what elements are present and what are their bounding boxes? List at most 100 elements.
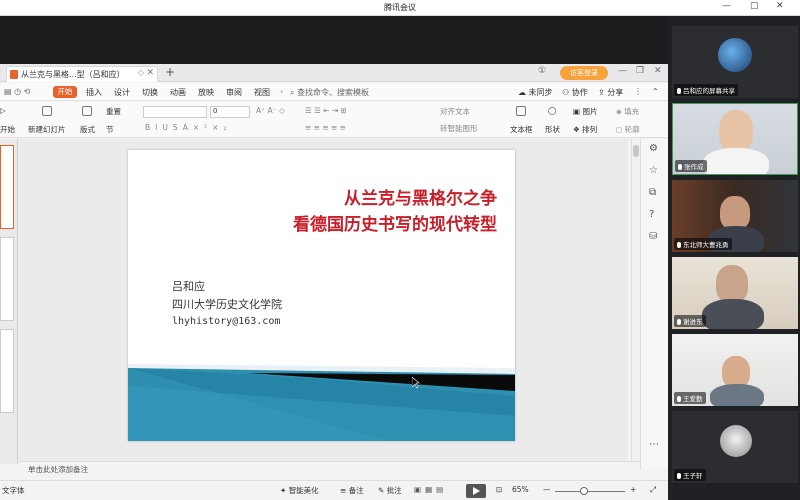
close-icon[interactable]: ✕ bbox=[776, 1, 784, 11]
menu-tab-slideshow[interactable]: 放映 bbox=[198, 87, 214, 98]
page-count-icon[interactable]: ① bbox=[538, 66, 546, 76]
menu-tab-animation[interactable]: 动画 bbox=[170, 87, 186, 98]
slide-scrollbar[interactable] bbox=[631, 139, 640, 461]
wps-close-icon[interactable]: ✕ bbox=[654, 66, 662, 76]
menu-tab-transition[interactable]: 切换 bbox=[142, 87, 158, 98]
collab-icon: ⚇ bbox=[562, 88, 570, 97]
layout-icon[interactable] bbox=[82, 106, 94, 116]
notes-icon: ≡ bbox=[340, 486, 347, 495]
slideshow-play-button[interactable] bbox=[466, 484, 486, 498]
new-slide-button[interactable]: 新建幻灯片 bbox=[28, 124, 66, 135]
fullscreen-icon[interactable]: ⤢ bbox=[650, 485, 656, 495]
minimize-icon[interactable]: — bbox=[722, 1, 731, 11]
slide-author: 吕和应 bbox=[172, 280, 205, 293]
textbox-button[interactable]: 文本框 bbox=[510, 124, 533, 135]
current-slide[interactable]: 从兰克与黑格尔之争 看德国历史书写的现代转型 吕和应 四川大学历史文化学院 lh… bbox=[128, 150, 515, 441]
zoom-slider-knob[interactable] bbox=[580, 487, 588, 495]
participant-name-text: 王爱勤 bbox=[683, 395, 703, 403]
menu-tab-review[interactable]: 审阅 bbox=[226, 87, 242, 98]
participant-name: 吕和应的屏幕共享 bbox=[674, 84, 738, 96]
mic-icon bbox=[677, 473, 681, 479]
participant-name-text: 吕和应的屏幕共享 bbox=[683, 87, 735, 95]
wps-minimize-icon[interactable]: — bbox=[618, 66, 627, 76]
text-format-icons[interactable]: BIUSA×²×₂ bbox=[145, 123, 231, 132]
beautify-button[interactable]: ✦ 智能美化 bbox=[280, 485, 319, 496]
document-tab[interactable]: 从兰克与黑格...型（吕和应） ◇ ✕ bbox=[6, 66, 158, 82]
meeting-titlebar: 腾讯会议 — ▢ ✕ bbox=[0, 0, 800, 16]
comments-button[interactable]: ✎ 批注 bbox=[378, 485, 402, 496]
zoom-in-icon[interactable]: + bbox=[630, 485, 636, 494]
mic-icon bbox=[678, 164, 682, 170]
fill-icon: ◈ bbox=[616, 107, 622, 116]
video-tile-participant[interactable]: 谢进东 bbox=[672, 257, 798, 329]
participant-face bbox=[716, 265, 748, 303]
more-options-icon[interactable]: ⋮ bbox=[634, 87, 642, 96]
menu-tab-home[interactable]: 开始 bbox=[53, 86, 77, 98]
slide-editing-canvas: 从兰克与黑格尔之争 看德国历史书写的现代转型 吕和应 四川大学历史文化学院 lh… bbox=[18, 139, 628, 461]
scrollbar-thumb[interactable] bbox=[633, 145, 639, 157]
zoom-out-icon[interactable]: — bbox=[543, 485, 551, 494]
picture-button[interactable]: ▣ 图片 bbox=[573, 106, 597, 117]
share-button[interactable]: ⇪ 分享 bbox=[598, 87, 623, 98]
arrange-button[interactable]: ❖ 排列 bbox=[573, 124, 597, 135]
slide-thumbnail[interactable] bbox=[0, 237, 14, 321]
slide-title-line-2: 看德国历史书写的现代转型 bbox=[293, 215, 497, 235]
slide-thumbnail-pane bbox=[0, 139, 18, 464]
video-tile-participant[interactable]: 东北师大曹兆勇 bbox=[672, 180, 798, 252]
from-start-button[interactable]: 开始 bbox=[0, 124, 15, 135]
menu-tab-view[interactable]: 视图 bbox=[254, 87, 270, 98]
pin-icon[interactable]: ◇ bbox=[138, 68, 144, 77]
video-tile-participant[interactable]: 王子轩 bbox=[672, 411, 798, 483]
list-icons[interactable]: ☰ ☰ ⇤ ⇥ ⊞ bbox=[305, 106, 347, 115]
layout-button[interactable]: 版式 bbox=[80, 124, 95, 135]
file-menu-icon[interactable]: ▤ ◷ ⟲ bbox=[4, 87, 30, 96]
wps-restore-icon[interactable]: ❐ bbox=[636, 66, 644, 76]
help-icon[interactable]: ? bbox=[649, 209, 654, 220]
play-from-start-icon[interactable]: ▷ bbox=[0, 106, 6, 115]
shape-button[interactable]: 形状 bbox=[545, 124, 560, 135]
new-slide-icon[interactable] bbox=[42, 106, 54, 116]
font-name-box[interactable] bbox=[143, 106, 207, 118]
reset-button[interactable]: 重置 bbox=[106, 106, 121, 117]
shape-icon[interactable]: ◯ bbox=[548, 106, 556, 115]
share-label: 分享 bbox=[607, 88, 624, 97]
font-grow-icon[interactable]: A⁺ A⁻ ◇ bbox=[256, 106, 285, 115]
notes-area[interactable]: 单击此处添加备注 bbox=[18, 461, 640, 474]
notes-button[interactable]: ≡ 备注 bbox=[340, 485, 364, 496]
slide-thumbnail[interactable] bbox=[0, 329, 14, 413]
menu-tab-design[interactable]: 设计 bbox=[114, 87, 130, 98]
video-tile-participant[interactable]: 王爱勤 bbox=[672, 334, 798, 406]
zoom-level[interactable]: 65% bbox=[512, 485, 529, 494]
backup-icon[interactable]: ⛁ bbox=[649, 231, 657, 242]
more-icon[interactable]: ⋯ bbox=[649, 439, 659, 450]
video-tile-screen-share[interactable]: 吕和应的屏幕共享 bbox=[672, 26, 798, 98]
command-search[interactable]: ⌕ 查找命令、搜索模板 bbox=[290, 87, 369, 98]
align-text-button[interactable]: 对齐文本 bbox=[440, 106, 470, 117]
ribbon-menu-bar: ▤ ◷ ⟲ 开始 插入 设计 切换 动画 放映 审阅 视图 › ⌕ 查找命令、搜… bbox=[0, 83, 668, 101]
outline-button[interactable]: ◻ 轮廓 bbox=[616, 124, 640, 135]
view-mode-icons[interactable]: ▣▦▤ bbox=[414, 485, 447, 494]
video-tile-participant[interactable]: 张作成 bbox=[672, 103, 798, 175]
more-tabs-icon[interactable]: › bbox=[280, 87, 283, 96]
fit-window-icon[interactable]: ⊡ bbox=[496, 485, 502, 494]
textbox-icon[interactable] bbox=[516, 106, 528, 116]
slide-thumbnail[interactable] bbox=[0, 145, 14, 229]
fill-button[interactable]: ◈ 填充 bbox=[616, 106, 639, 117]
collab-button[interactable]: ⚇ 协作 bbox=[562, 87, 588, 98]
menu-tab-insert[interactable]: 插入 bbox=[86, 87, 102, 98]
smartart-button[interactable]: 转智能图形 bbox=[440, 123, 478, 134]
section-button[interactable]: 节 bbox=[106, 124, 114, 135]
sync-status[interactable]: ☁ 未同步 bbox=[518, 87, 553, 98]
align-icons[interactable]: ≡ ≡ ≡ ≡ ≡ bbox=[305, 123, 346, 132]
settings-icon[interactable]: ⚙ bbox=[649, 143, 658, 154]
visitor-login-button[interactable]: 访客登录 bbox=[560, 66, 608, 80]
new-tab-button[interactable]: + bbox=[165, 65, 175, 79]
collapse-ribbon-icon[interactable]: ⌃ bbox=[652, 87, 659, 96]
font-size-box[interactable]: 0 bbox=[210, 106, 250, 118]
zoom-slider-track[interactable] bbox=[555, 491, 625, 492]
copy-icon[interactable]: ⧉ bbox=[649, 187, 656, 198]
maximize-icon[interactable]: ▢ bbox=[750, 1, 759, 11]
tab-close-icon[interactable]: ✕ bbox=[146, 68, 154, 78]
status-font: 文字体 bbox=[2, 486, 25, 495]
animation-pane-icon[interactable]: ☆ bbox=[649, 165, 658, 176]
